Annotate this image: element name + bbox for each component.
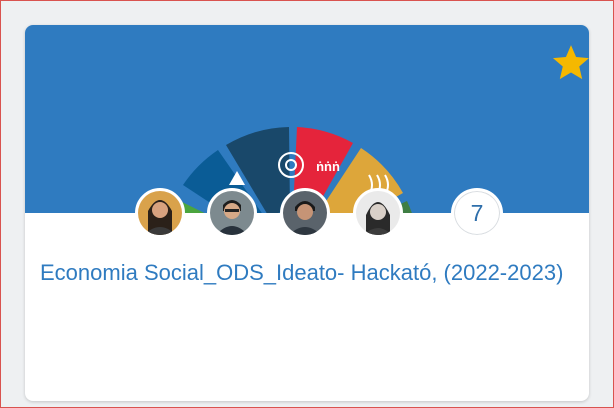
card-frame: ṅṅṅ 7 Economia Social_ODS_Ideato- Hackat… xyxy=(0,0,614,408)
project-card[interactable]: ṅṅṅ 7 Economia Social_ODS_Ideato- Hackat… xyxy=(25,25,589,401)
avatar[interactable] xyxy=(207,188,257,238)
member-count-badge[interactable]: 7 xyxy=(451,188,503,238)
avatar[interactable] xyxy=(353,188,403,238)
star-icon[interactable] xyxy=(550,42,589,84)
avatar[interactable] xyxy=(280,188,330,238)
project-title-link[interactable]: Economia Social_ODS_Ideato- Hackató, (20… xyxy=(40,257,580,289)
svg-text:ṅṅṅ: ṅṅṅ xyxy=(316,159,340,174)
member-photo xyxy=(138,191,182,235)
member-photo xyxy=(283,191,327,235)
member-photo xyxy=(356,191,400,235)
sdg-wheel-banner: ṅṅṅ xyxy=(25,25,589,213)
member-photo xyxy=(210,191,254,235)
card-banner: ṅṅṅ xyxy=(25,25,589,213)
avatar[interactable] xyxy=(135,188,185,238)
